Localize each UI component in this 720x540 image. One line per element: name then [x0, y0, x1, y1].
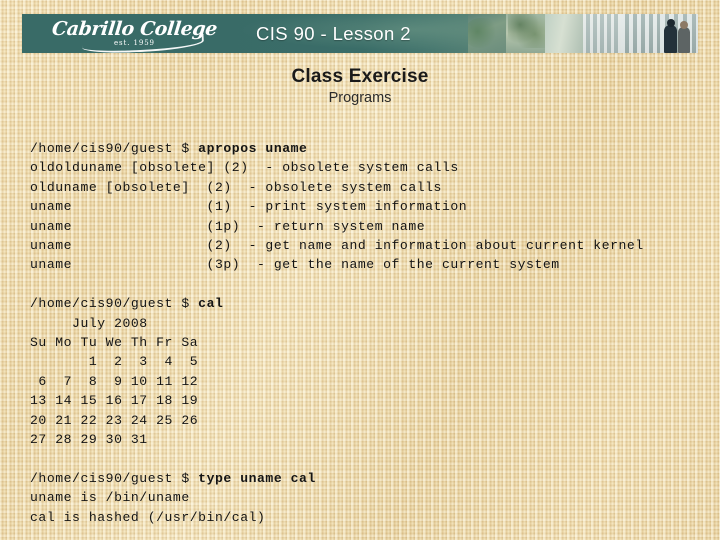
student-figure-left-icon — [663, 19, 677, 53]
terminal-output-line: 27 28 29 30 31 — [30, 432, 148, 448]
terminal-command: cal — [198, 296, 224, 312]
photo-strip-columns-1 — [582, 14, 622, 53]
cabrillo-college-logo: Cabrillo College est. 1959 — [22, 14, 218, 53]
photo-strip-students — [659, 14, 698, 53]
banner-photo-collage — [468, 14, 698, 53]
terminal-command-line: /home/cis90/guest $ apropos uname — [30, 139, 706, 158]
terminal-command: type uname cal — [198, 470, 316, 486]
terminal-output-line: uname (3p) - get the name of the current… — [30, 257, 560, 273]
page-title: Class Exercise — [291, 66, 429, 87]
terminal-command-line: /home/cis90/guest $ type uname cal — [30, 469, 706, 488]
logo-established-text: est. 1959 — [114, 39, 155, 47]
terminal-output-line: uname is /bin/uname — [30, 490, 190, 506]
terminal-output-line: July 2008 — [30, 315, 148, 331]
terminal-command-line: /home/cis90/guest $ cal — [30, 294, 706, 313]
terminal-transcript: /home/cis90/guest $ apropos uname oldoldu… — [30, 139, 706, 527]
student-figure-right-icon — [677, 21, 690, 53]
header-banner: Cabrillo College est. 1959 CIS 90 - Less… — [22, 14, 698, 53]
terminal-prompt: /home/cis90/guest $ — [30, 141, 199, 156]
terminal-output-line: olduname [obsolete] (2) - obsolete syste… — [30, 179, 442, 195]
terminal-output-line: 1 2 3 4 5 — [30, 354, 199, 370]
terminal-prompt: /home/cis90/guest $ — [30, 470, 199, 486]
terminal-command: apropos uname — [198, 141, 308, 156]
terminal-output-line: uname (2) - get name and information abo… — [30, 238, 644, 254]
terminal-output-line: cal is hashed (/usr/bin/cal) — [30, 509, 266, 525]
terminal-output-line: uname (1) - print system information — [30, 199, 468, 215]
slide-canvas: Cabrillo College est. 1959 CIS 90 - Less… — [0, 0, 720, 540]
terminal-output-line: oldolduname [obsolete] (2) - obsolete sy… — [30, 160, 459, 176]
terminal-output-line: uname (1p) - return system name — [30, 218, 426, 234]
banner-title-zone: CIS 90 - Lesson 2 — [218, 14, 468, 53]
lesson-title: CIS 90 - Lesson 2 — [256, 22, 411, 44]
terminal-output-line: Su Mo Tu We Th Fr Sa — [30, 335, 199, 351]
page-subtitle: Programs — [328, 90, 392, 106]
terminal-output-line: 20 21 22 23 24 25 26 — [30, 412, 199, 428]
terminal-output-line: 13 14 15 16 17 18 19 — [30, 393, 199, 409]
terminal-output-line: 6 7 8 9 10 11 12 — [30, 373, 199, 389]
photo-strip-columns-2 — [621, 14, 660, 53]
photo-strip-sky — [544, 14, 583, 53]
photo-strip-foliage-1 — [468, 14, 507, 53]
photo-strip-foliage-2 — [506, 14, 545, 53]
terminal-prompt: /home/cis90/guest $ — [30, 296, 199, 312]
